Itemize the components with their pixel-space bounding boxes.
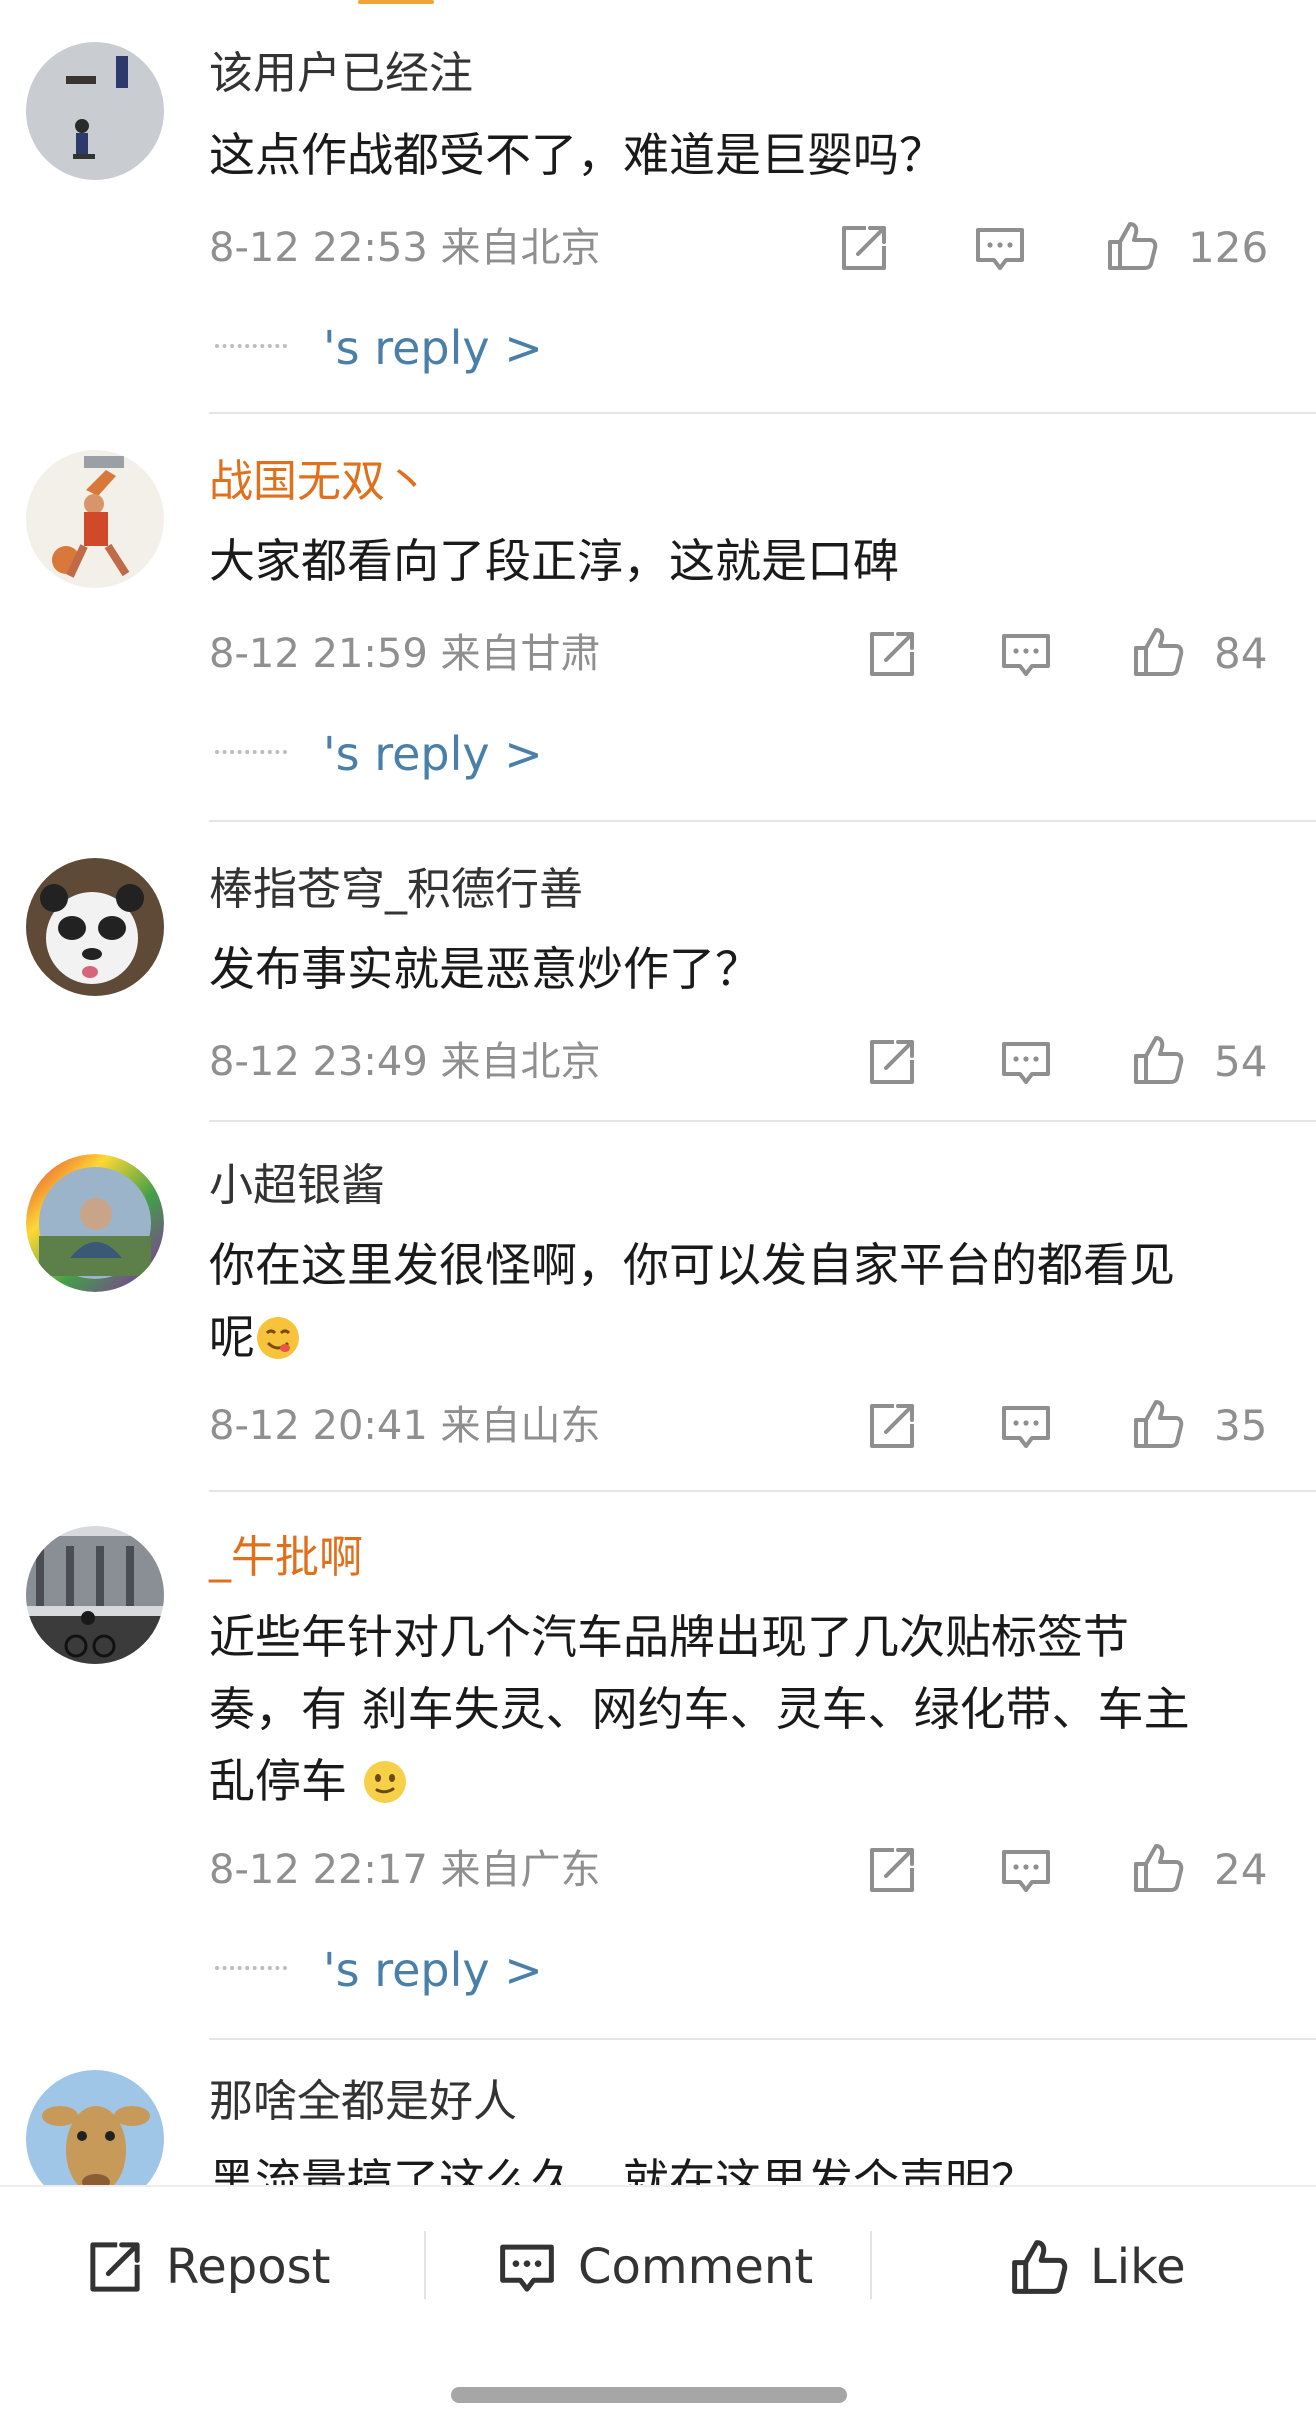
like-icon[interactable] <box>1130 1840 1186 1896</box>
reply-row[interactable]: 's reply > <box>209 724 609 784</box>
comment-label: Comment <box>578 2239 814 2295</box>
comment-text: 发布事实就是恶意炒作了？ <box>209 942 761 996</box>
comment-item: 那啥全都是好人 黑流量搞了这么久，就在这里发个声明？ <box>0 2040 1316 2185</box>
avatar[interactable] <box>26 1526 164 1664</box>
comment-icon <box>496 2236 558 2298</box>
username[interactable]: _牛批啊 <box>209 1530 363 1586</box>
comment-meta: 8-12 22:53 来自北京 <box>209 223 601 273</box>
comment-icon[interactable] <box>972 220 1028 276</box>
username[interactable]: 该用户已经注 <box>209 46 473 102</box>
avatar[interactable] <box>26 1154 164 1292</box>
comment-text-line: 你在这里发很怪啊，你可以发自家平台的都看见 <box>209 1238 1175 1292</box>
comment-text-line: 奏，有 刹车失灵、网约车、灵车、绿化带、车主 <box>209 1682 1190 1736</box>
reply-row[interactable]: 's reply > <box>209 1940 609 2000</box>
like-label: Like <box>1090 2239 1186 2295</box>
comment-text: 黑流量搞了这么久，就在这里发个声明？ <box>209 2154 1037 2185</box>
username[interactable]: 棒指苍穹_积德行善 <box>209 862 583 918</box>
like-icon <box>1008 2236 1070 2298</box>
comment-text-end: 呢 <box>209 1310 255 1364</box>
divider <box>870 2231 872 2299</box>
repost-button[interactable]: Repost <box>84 2187 330 2347</box>
comment-icon[interactable] <box>998 1034 1054 1090</box>
comment-time: 8-12 23:49 <box>209 1039 428 1085</box>
like-count: 126 <box>1188 223 1269 272</box>
comment-list[interactable]: 该用户已经注 这点作战都受不了，难道是巨婴吗？ 8-12 22:53 来自北京 … <box>0 0 1316 2185</box>
comment-text-line: 近些年针对几个汽车品牌出现了几次贴标签节 <box>209 1610 1129 1664</box>
comment-location: 来自广东 <box>440 1847 601 1893</box>
reply-link[interactable]: 's reply > <box>323 1940 543 2000</box>
comment-item: 棒指苍穹_积德行善 发布事实就是恶意炒作了？ 8-12 23:49 来自北京 5… <box>0 822 1316 1122</box>
repost-icon[interactable] <box>864 626 920 682</box>
comment-icon[interactable] <box>998 1842 1054 1898</box>
home-indicator[interactable] <box>451 2387 847 2403</box>
bottom-action-bar: Repost Comment Like <box>0 2185 1316 2421</box>
username[interactable]: 小超银酱 <box>209 1158 385 1214</box>
like-count: 54 <box>1214 1037 1268 1086</box>
comment-text-line: 呢 <box>209 1301 1284 1373</box>
comment-text-end: 乱停车 <box>209 1754 347 1808</box>
comment-location: 来自甘肃 <box>440 631 601 677</box>
repost-icon[interactable] <box>864 1034 920 1090</box>
reply-link[interactable]: 's reply > <box>323 318 543 378</box>
repost-icon[interactable] <box>836 220 892 276</box>
comment-text-line: 乱停车 <box>209 1745 1284 1817</box>
reply-dots <box>215 344 287 348</box>
comment-item: 小超银酱 你在这里发很怪啊，你可以发自家平台的都看见 呢 8-12 20:41 … <box>0 1122 1316 1492</box>
like-icon[interactable] <box>1130 1396 1186 1452</box>
reply-dots <box>215 1966 287 1970</box>
comment-time: 8-12 22:53 <box>209 225 428 271</box>
avatar[interactable] <box>26 858 164 996</box>
like-icon[interactable] <box>1104 218 1160 274</box>
repost-label: Repost <box>166 2239 331 2295</box>
comment-location: 来自北京 <box>440 1039 601 1085</box>
comment-button[interactable]: Comment <box>496 2187 813 2347</box>
comment-text: 你在这里发很怪啊，你可以发自家平台的都看见 呢 <box>209 1229 1284 1373</box>
comment-text: 这点作战都受不了，难道是巨婴吗？ <box>209 128 945 182</box>
comment-location: 来自山东 <box>440 1403 601 1449</box>
repost-icon <box>84 2236 146 2298</box>
comment-item: 该用户已经注 这点作战都受不了，难道是巨婴吗？ 8-12 22:53 来自北京 … <box>0 0 1316 414</box>
repost-icon[interactable] <box>864 1398 920 1454</box>
comment-time: 8-12 22:17 <box>209 1847 428 1893</box>
comment-text: 大家都看向了段正淳，这就是口碑 <box>209 534 899 588</box>
repost-icon[interactable] <box>864 1842 920 1898</box>
avatar[interactable] <box>26 450 164 588</box>
comment-meta: 8-12 20:41 来自山东 <box>209 1401 601 1451</box>
comment-text: 近些年针对几个汽车品牌出现了几次贴标签节 奏，有 刹车失灵、网约车、灵车、绿化带… <box>209 1601 1284 1817</box>
divider <box>424 2231 426 2299</box>
comment-time: 8-12 20:41 <box>209 1403 428 1449</box>
emoji-slight-smile-icon <box>362 1759 408 1805</box>
emoji-yum-icon <box>255 1315 301 1361</box>
like-icon[interactable] <box>1130 1032 1186 1088</box>
username[interactable]: 那啥全都是好人 <box>209 2074 517 2130</box>
comment-meta: 8-12 21:59 来自甘肃 <box>209 629 601 679</box>
reply-row[interactable]: 's reply > <box>209 318 609 378</box>
comment-icon[interactable] <box>998 626 1054 682</box>
like-button[interactable]: Like <box>1008 2187 1186 2347</box>
reply-link[interactable]: 's reply > <box>323 724 543 784</box>
comment-item: _牛批啊 近些年针对几个汽车品牌出现了几次贴标签节 奏，有 刹车失灵、网约车、灵… <box>0 1492 1316 2040</box>
username[interactable]: 战国无双丶 <box>209 454 429 510</box>
like-count: 84 <box>1214 629 1268 678</box>
like-count: 35 <box>1214 1401 1268 1450</box>
comment-meta: 8-12 23:49 来自北京 <box>209 1037 601 1087</box>
comment-meta: 8-12 22:17 来自广东 <box>209 1845 601 1895</box>
comment-icon[interactable] <box>998 1398 1054 1454</box>
avatar[interactable] <box>26 2070 164 2185</box>
comment-time: 8-12 21:59 <box>209 631 428 677</box>
like-icon[interactable] <box>1130 624 1186 680</box>
comment-item: 战国无双丶 大家都看向了段正淳，这就是口碑 8-12 21:59 来自甘肃 84… <box>0 414 1316 822</box>
like-count: 24 <box>1214 1845 1268 1894</box>
reply-dots <box>215 750 287 754</box>
comment-location: 来自北京 <box>440 225 601 271</box>
avatar[interactable] <box>26 42 164 180</box>
